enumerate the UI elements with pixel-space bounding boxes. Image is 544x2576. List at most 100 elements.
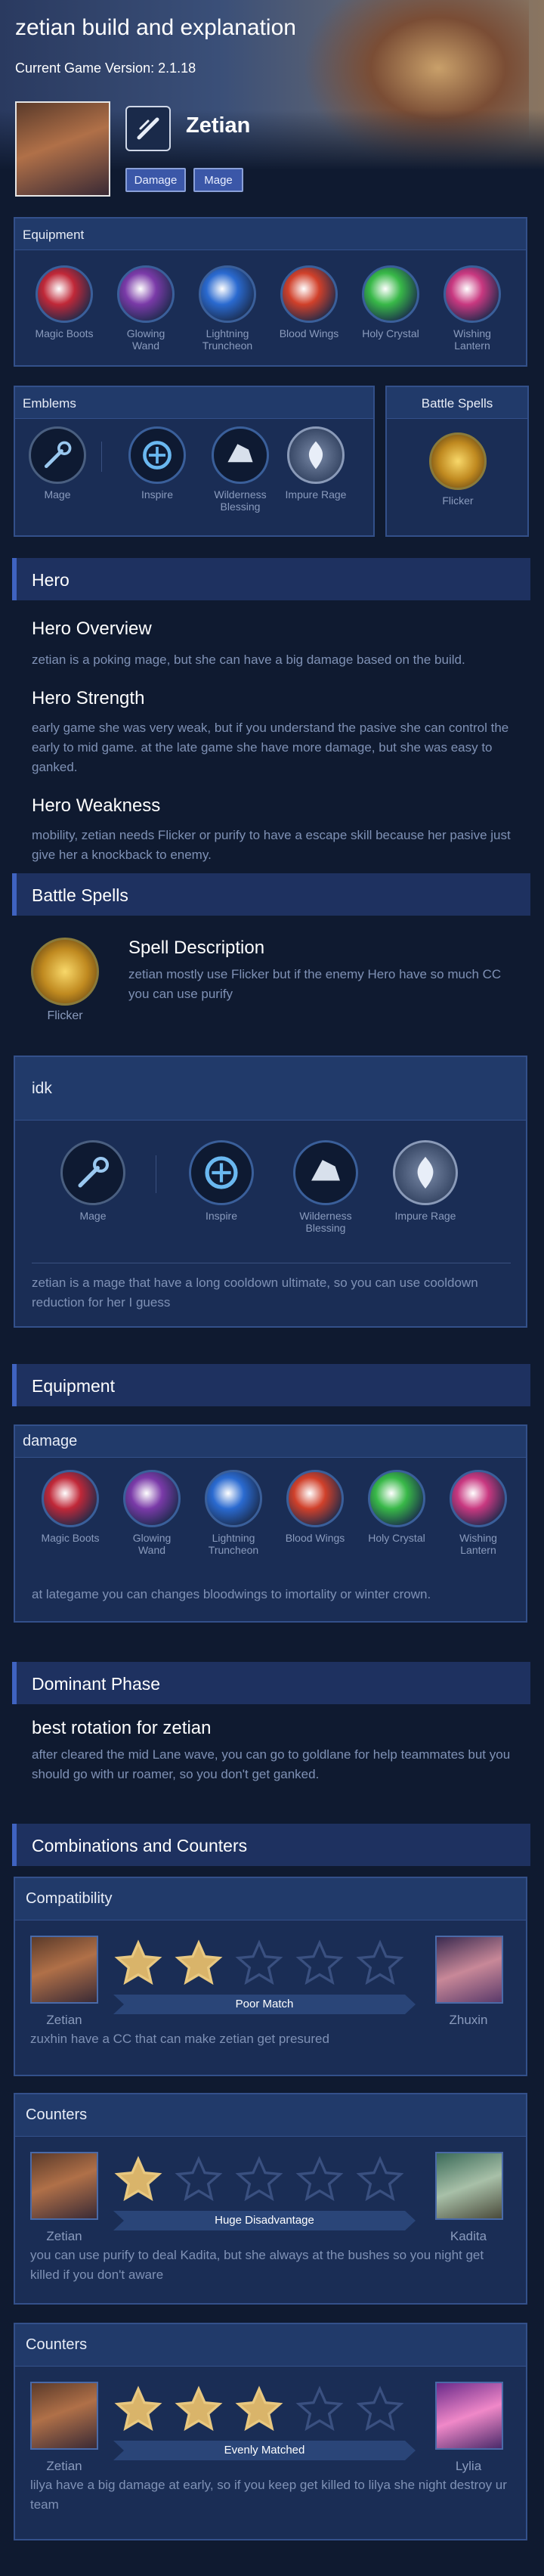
item-name: Blood Wings: [285, 1532, 345, 1544]
item-name: Wishing: [459, 1532, 497, 1544]
combo-text: zuxhin have a CC that can make zetian ge…: [30, 2032, 329, 2046]
wilderness-blessing-icon: [293, 1140, 358, 1205]
item-icon: [450, 1470, 507, 1527]
item-name: Magic Boots: [41, 1532, 100, 1544]
emblem-name: Mage: [79, 1210, 107, 1222]
combo-card: Counters Zetian Lylia Evenly Matched lilya h…: [14, 2323, 527, 2540]
emblem-item[interactable]: Mage: [45, 1140, 141, 1222]
section-combinations-counters: Combinations and Counters: [12, 1824, 530, 1866]
equipment-item[interactable]: Blood Wings: [267, 265, 351, 339]
wilderness-blessing-icon: [212, 426, 269, 484]
left-hero-name: Zetian: [46, 2013, 82, 2027]
left-hero-name: Zetian: [46, 2229, 82, 2243]
item-name: Lightning: [206, 327, 249, 339]
spell-description-text: zetian mostly use Flicker but if the ene…: [128, 967, 502, 1001]
game-version: Current Game Version: 2.1.18: [15, 60, 196, 76]
emblem-name: Wilderness: [214, 488, 267, 501]
combo-card: Compatibility Zetian Zhuxin Poor Match zuxhi…: [14, 1877, 527, 2076]
emblem-name-2: Blessing: [220, 501, 261, 513]
rotation-text: after cleared the mid Lane wave, you can…: [32, 1747, 511, 1781]
emblem-name: Impure Rage: [285, 488, 347, 501]
equipment-item[interactable]: Magic Boots: [23, 265, 106, 339]
tag-damage: Damage: [125, 168, 186, 192]
item-name-2: Truncheon: [208, 1544, 259, 1556]
emblems-panel: Emblems Mage Inspire Wilderness Blessing Imp…: [14, 386, 375, 537]
item-name: Holy Crystal: [368, 1532, 425, 1544]
equipment-item[interactable]: Wishing Lantern: [431, 265, 514, 352]
star-filled-icon: [113, 2385, 163, 2435]
right-hero-name: Lylia: [455, 2459, 482, 2473]
match-rating: Evenly Matched: [113, 2441, 416, 2460]
item-icon: [362, 265, 419, 323]
star-filled-icon: [234, 2385, 284, 2435]
damage-build-text: at lategame you can changes bloodwings t…: [32, 1587, 431, 1601]
emblem-item[interactable]: Inspire: [174, 1140, 269, 1222]
item-icon: [368, 1470, 425, 1527]
flicker-spell[interactable]: Flicker: [420, 432, 496, 507]
rotation-title: best rotation for zetian: [32, 1718, 212, 1738]
right-hero-portrait: [435, 2152, 503, 2220]
combo-title: Counters: [15, 2324, 526, 2367]
left-hero-portrait: [30, 2382, 98, 2450]
star-empty-icon: [295, 2155, 345, 2205]
impure-rage-icon: [287, 426, 345, 484]
left-hero-portrait: [30, 2152, 98, 2220]
emblem-item[interactable]: Mage: [14, 426, 101, 501]
battle-spells-panel-title: Battle Spells: [387, 387, 527, 419]
hero-overview-text: zetian is a poking mage, but she can hav…: [32, 653, 465, 667]
emblem-item[interactable]: Wilderness Blessing: [196, 426, 284, 513]
emblem-item[interactable]: Inspire: [113, 426, 201, 501]
mage-emblem-icon: [29, 426, 86, 484]
emblem-build-text: zetian is a mage that have a long cooldo…: [32, 1276, 478, 1310]
item-name-2: Wand: [131, 339, 160, 352]
equipment-item[interactable]: Wishing Lantern: [437, 1470, 520, 1556]
spell-flicker[interactable]: Flicker: [27, 938, 103, 1022]
star-empty-icon: [355, 2155, 405, 2205]
impure-rage-icon: [393, 1140, 458, 1205]
hero-overview-title: Hero Overview: [32, 618, 152, 639]
emblem-name-2: Blessing: [305, 1222, 346, 1234]
emblem-item[interactable]: Impure Rage: [272, 426, 360, 501]
star-filled-icon: [113, 1939, 163, 1989]
combo-card: Counters Zetian Kadita Huge Disadvantage you…: [14, 2093, 527, 2305]
page-title: zetian build and explanation: [15, 15, 296, 40]
item-icon: [36, 265, 93, 323]
damage-build-title: damage: [15, 1426, 526, 1458]
section-equipment: Equipment: [12, 1364, 530, 1406]
equipment-item[interactable]: Holy Crystal: [349, 265, 432, 339]
star-filled-icon: [174, 2385, 224, 2435]
match-rating: Huge Disadvantage: [113, 2211, 416, 2230]
flicker-icon: [429, 432, 487, 490]
item-name: Holy Crystal: [362, 327, 419, 339]
combo-text: you can use purify to deal Kadita, but s…: [30, 2248, 484, 2282]
item-icon: [444, 265, 501, 323]
item-name: Blood Wings: [279, 327, 339, 339]
equipment-panel-title: Equipment: [15, 219, 526, 250]
item-name-2: Truncheon: [202, 339, 253, 352]
emblem-name: Inspire: [141, 488, 174, 501]
section-hero: Hero: [12, 558, 530, 600]
star-empty-icon: [295, 1939, 345, 1989]
hero-name: Zetian: [186, 113, 251, 138]
combo-text: lilya have a big damage at early, so if …: [30, 2478, 507, 2512]
emblem-item[interactable]: Impure Rage: [378, 1140, 473, 1222]
equipment-item[interactable]: Blood Wings: [274, 1470, 357, 1544]
hero-portrait: [15, 101, 110, 197]
emblem-item[interactable]: Wilderness Blessing: [278, 1140, 373, 1234]
equipment-item[interactable]: Magic Boots: [29, 1470, 112, 1544]
emblem-name: Mage: [44, 488, 71, 501]
emblems-panel-title: Emblems: [15, 387, 373, 419]
hero-weakness-text: mobility, zetian needs Flicker or purify…: [32, 828, 511, 862]
item-name: Glowing: [132, 1532, 172, 1544]
item-icon: [117, 265, 175, 323]
equipment-item[interactable]: Glowing Wand: [110, 1470, 193, 1556]
equipment-item[interactable]: Glowing Wand: [104, 265, 187, 352]
equipment-item[interactable]: Holy Crystal: [355, 1470, 438, 1544]
right-hero-name: Zhuxin: [449, 2013, 488, 2027]
equipment-item[interactable]: Lightning Truncheon: [192, 1470, 275, 1556]
equipment-item[interactable]: Lightning Truncheon: [186, 265, 269, 352]
damage-build-panel: damage Magic Boots Glowing Wand Lightning Tr…: [14, 1424, 527, 1623]
mage-emblem-icon: [60, 1140, 125, 1205]
item-icon: [199, 265, 256, 323]
star-empty-icon: [355, 1939, 405, 1989]
